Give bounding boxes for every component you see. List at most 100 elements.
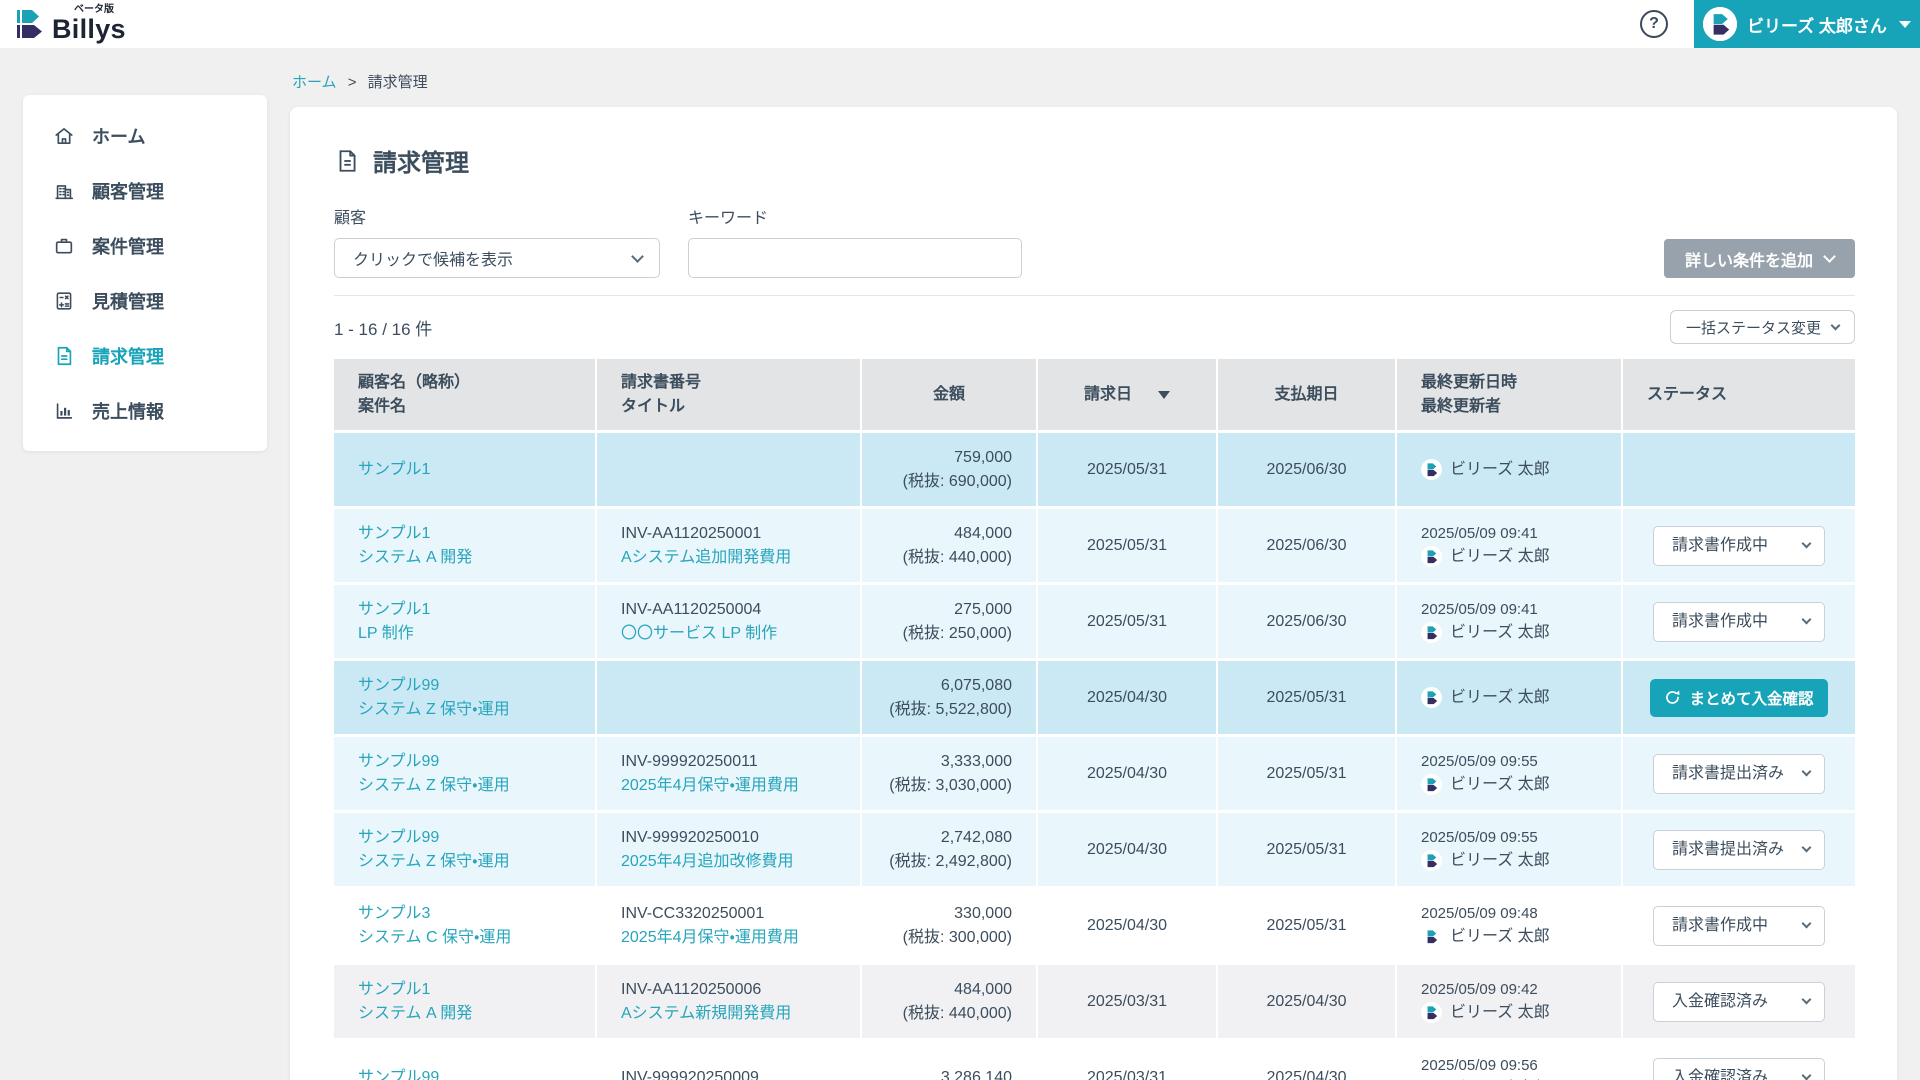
case-link[interactable]: システム C 保守・運用 [358, 926, 571, 949]
status-value: 請求書提出済み [1672, 838, 1784, 861]
status-cell: 請求書提出済み [1623, 737, 1855, 810]
table-row: サンプル99INV-9999202500093,286,1402025/03/3… [334, 1041, 1855, 1080]
sidebar-item-label: 売上情報 [92, 398, 164, 424]
user-menu[interactable]: ビリーズ 太郎さん [1694, 0, 1920, 48]
header-billing-date[interactable]: 請求日 [1038, 359, 1216, 430]
invoice-title-link[interactable]: Aシステム追加開発費用 [621, 546, 836, 569]
chevron-down-icon [1802, 843, 1812, 853]
table-row: サンプル1システム A 開発INV-AA1120250001Aシステム追加開発費… [334, 509, 1855, 582]
sidebar-item-calculator[interactable]: 見積管理 [23, 273, 267, 328]
breadcrumb-current: 請求管理 [368, 74, 428, 91]
customer-link[interactable]: サンプル3 [358, 902, 571, 925]
due-date: 2025/06/30 [1266, 534, 1346, 557]
keyword-input[interactable] [688, 238, 1022, 278]
invoice-number: INV-999920250011 [621, 750, 836, 773]
case-link[interactable]: LP 制作 [358, 622, 571, 645]
invoice-table: 顧客名（略称） 案件名 請求書番号 タイトル 金額 請求日 支払期日 最終更新日… [334, 359, 1855, 1080]
header-amount: 金額 [862, 359, 1036, 430]
amount-value: 3,333,000 [941, 750, 1012, 773]
invoice-title-link[interactable]: 2025年4月保守・運用費用 [621, 926, 836, 949]
amount-tax-excluded: (税抜: 5,522,800) [889, 698, 1012, 721]
due-date: 2025/06/30 [1266, 610, 1346, 633]
amount-value: 3,286,140 [941, 1066, 1012, 1080]
customer-link[interactable]: サンプル1 [358, 458, 571, 481]
case-link[interactable]: システム Z 保守・運用 [358, 850, 571, 873]
sidebar-item-home[interactable]: ホーム [23, 108, 267, 163]
bulk-status-label: 一括ステータス変更 [1686, 317, 1821, 338]
customer-cell: サンプル99システム Z 保守・運用 [334, 813, 595, 886]
table-row: サンプル99システム Z 保守・運用INV-9999202500112025年4… [334, 737, 1855, 810]
header-updated: 最終更新日時 最終更新者 [1397, 359, 1621, 430]
amount-cell: 484,000(税抜: 440,000) [862, 965, 1036, 1038]
due-date-cell: 2025/05/31 [1218, 661, 1395, 734]
updated-cell: 2025/05/09 09:55ビリーズ 太郎 [1397, 813, 1621, 886]
invoice-title-link[interactable]: 〇〇サービス LP 制作 [621, 622, 836, 645]
sidebar-item-building[interactable]: 顧客管理 [23, 163, 267, 218]
case-link[interactable]: システム Z 保守・運用 [358, 698, 571, 721]
billing-date-cell: 2025/05/31 [1038, 433, 1216, 506]
status-cell: 請求書提出済み [1623, 813, 1855, 886]
customer-link[interactable]: サンプル99 [358, 826, 571, 849]
status-select[interactable]: 請求書作成中 [1653, 906, 1825, 946]
customer-link[interactable]: サンプル99 [358, 750, 571, 773]
customer-link[interactable]: サンプル1 [358, 522, 571, 545]
invoice-title-link[interactable]: Aシステム新規開発費用 [621, 1002, 836, 1025]
invoice-cell [597, 433, 860, 506]
invoice-title-link[interactable]: 2025年4月保守・運用費用 [621, 774, 836, 797]
customer-cell: サンプル99システム Z 保守・運用 [334, 737, 595, 810]
status-select[interactable]: 請求書提出済み [1653, 830, 1825, 870]
billing-date-cell: 2025/03/31 [1038, 1041, 1216, 1080]
bulk-status-button[interactable]: 一括ステータス変更 [1670, 310, 1855, 344]
customer-link[interactable]: サンプル99 [358, 1066, 571, 1080]
case-link[interactable]: システム A 開発 [358, 546, 571, 569]
case-link[interactable]: システム A 開発 [358, 1002, 571, 1025]
help-icon[interactable]: ? [1640, 10, 1668, 38]
keyword-filter-label: キーワード [688, 204, 1022, 228]
amount-cell: 484,000(税抜: 440,000) [862, 509, 1036, 582]
status-select[interactable]: 入金確認済み [1653, 982, 1825, 1022]
status-select[interactable]: 請求書提出済み [1653, 754, 1825, 794]
app-logo[interactable]: ベータ版 Billys [15, 5, 126, 43]
avatar [1421, 546, 1442, 567]
bulk-payment-confirm-button[interactable]: まとめて入金確認 [1650, 679, 1827, 717]
sidebar-item-bar-chart[interactable]: 売上情報 [23, 383, 267, 438]
header-invoice: 請求書番号 タイトル [597, 359, 860, 430]
status-select[interactable]: 請求書作成中 [1653, 526, 1825, 566]
updater-name: ビリーズ 太郎 [1450, 773, 1550, 796]
updater-name: ビリーズ 太郎 [1450, 545, 1550, 568]
updated-cell: 2025/05/09 09:41ビリーズ 太郎 [1397, 509, 1621, 582]
updater-name: ビリーズ 太郎 [1450, 686, 1550, 709]
invoice-cell: INV-CC33202500012025年4月保守・運用費用 [597, 889, 860, 962]
table-row: サンプル99システム Z 保守・運用 INV-9999202500102025年4… [334, 813, 1855, 886]
due-date-cell: 2025/05/31 [1218, 813, 1395, 886]
case-link[interactable]: システム Z 保守・運用 [358, 774, 571, 797]
status-select[interactable]: 請求書作成中 [1653, 602, 1825, 642]
amount-value: 759,000 [954, 446, 1012, 469]
invoice-cell: INV-9999202500112025年4月保守・運用費用 [597, 737, 860, 810]
billing-date-cell: 2025/05/31 [1038, 585, 1216, 658]
avatar [1421, 687, 1442, 708]
sidebar-item-briefcase[interactable]: 案件管理 [23, 218, 267, 273]
breadcrumb-separator: > [348, 74, 357, 91]
billing-date: 2025/04/30 [1087, 762, 1167, 785]
main-content: 請求管理 顧客 クリックで候補を表示 キーワード 詳しい条件を追加 1 - 16… [290, 107, 1897, 1080]
advanced-filter-button[interactable]: 詳しい条件を追加 [1664, 239, 1855, 278]
billing-date: 2025/03/31 [1087, 1066, 1167, 1080]
updated-cell: ビリーズ 太郎 [1397, 661, 1621, 734]
billing-date: 2025/05/31 [1087, 534, 1167, 557]
invoice-number: INV-999920250010 [621, 826, 836, 849]
breadcrumb-home-link[interactable]: ホーム [292, 74, 337, 91]
invoice-title-link[interactable]: 2025年4月追加改修費用 [621, 850, 836, 873]
customer-select[interactable]: クリックで候補を表示 [334, 238, 660, 278]
updater: ビリーズ 太郎 [1421, 925, 1597, 948]
customer-link[interactable]: サンプル1 [358, 598, 571, 621]
due-date-cell: 2025/06/30 [1218, 509, 1395, 582]
customer-link[interactable]: サンプル1 [358, 978, 571, 1001]
status-select[interactable]: 入金確認済み [1653, 1058, 1825, 1080]
customer-link[interactable]: サンプル99 [358, 674, 571, 697]
amount-cell: 3,333,000(税抜: 3,030,000) [862, 737, 1036, 810]
sidebar-item-invoice[interactable]: 請求管理 [23, 328, 267, 383]
amount-value: 484,000 [954, 978, 1012, 1001]
status-cell: 請求書作成中 [1623, 585, 1855, 658]
chevron-down-icon [1802, 539, 1812, 549]
